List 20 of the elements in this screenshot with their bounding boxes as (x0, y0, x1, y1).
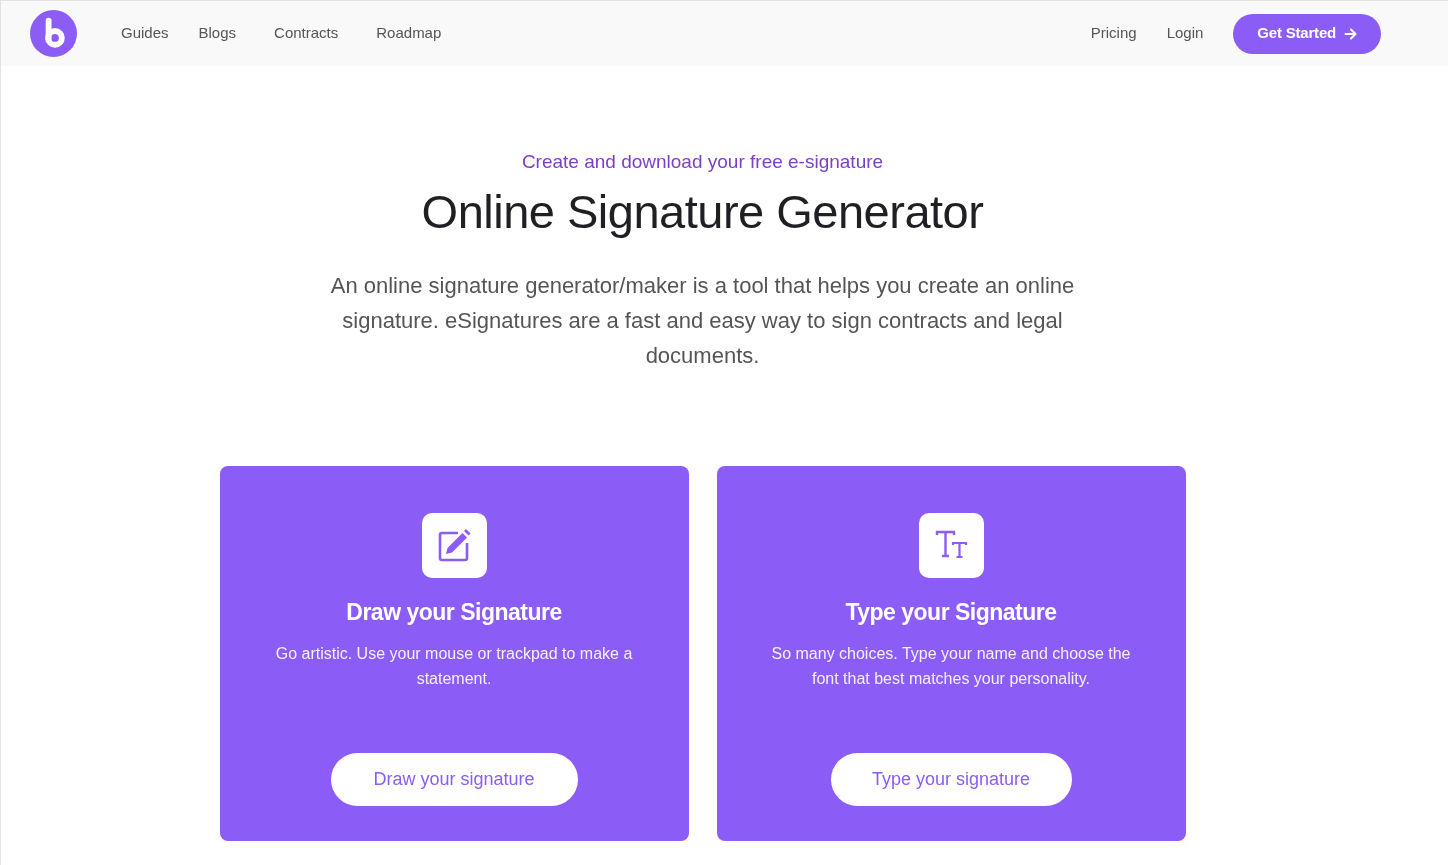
edit-icon (421, 513, 487, 578)
nav-link[interactable]: Roadmap (376, 22, 442, 45)
nav-link[interactable]: Pricing (1090, 22, 1137, 45)
get-started-button[interactable]: Get Started (1233, 13, 1381, 54)
card-description: Go artistic. Use your mouse or trackpad to make a statement. (274, 644, 634, 689)
card-description: So many choices. Type your name and choose the font that best matches your personality. (770, 644, 1132, 689)
nav-link[interactable]: Guides (121, 22, 169, 45)
card-title: Type your Signature (845, 598, 1057, 626)
arrow-right-icon (1344, 27, 1357, 40)
nav-link[interactable]: Blogs (198, 22, 237, 45)
card-title: Draw your Signature (346, 598, 562, 626)
type-signature-button[interactable]: Type your signature (830, 753, 1072, 806)
draw-signature-button[interactable]: Draw your signature (330, 753, 578, 806)
logo-icon[interactable] (30, 10, 77, 57)
intro-paragraph: An online signature generator/maker is a tool that helps you create an online signature. eSignatures are a fast and easy way to sign contracts and legal documents. (329, 272, 1076, 370)
text-size-icon (918, 513, 984, 578)
page-title: Online Signature Generator (420, 184, 985, 240)
nav-link[interactable]: Login (1166, 22, 1204, 45)
nav-link[interactable]: Contracts (274, 22, 339, 45)
eyebrow-text: Create and download your free e-signature (520, 150, 885, 174)
